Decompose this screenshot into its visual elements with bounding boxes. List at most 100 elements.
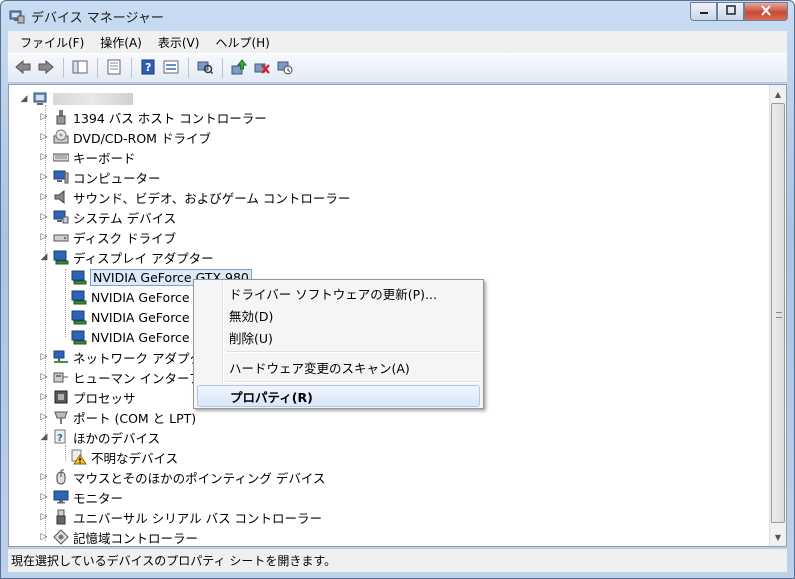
scan-hardware-icon [197, 59, 214, 78]
tree-device-gpu-4[interactable]: NVIDIA GeForce G [71, 327, 203, 347]
speaker-icon [53, 189, 69, 205]
network-adapter-icon [53, 349, 69, 365]
display-adapter-icon [71, 289, 87, 305]
disable-device-button[interactable] [274, 57, 296, 79]
tree-connector [65, 269, 66, 337]
dvd-drive-icon [53, 129, 69, 145]
tree-category-label: ポート (COM と LPT) [73, 410, 197, 426]
maximize-button[interactable] [717, 2, 744, 21]
context-menu: ドライバー ソフトウェアの更新(P)... 無効(D) 削除(U) ハードウェア… [193, 279, 484, 409]
scroll-down-arrow-icon[interactable]: ▼ [770, 529, 786, 545]
tree-root[interactable]: ◢ [19, 89, 133, 109]
toolbar-separator [222, 58, 223, 78]
expand-icon[interactable]: ▷ [39, 132, 49, 142]
scan-hardware-button[interactable] [194, 57, 216, 79]
tree-category-system-devices[interactable]: ▷ システム デバイス [39, 207, 176, 227]
context-menu-scan-hardware[interactable]: ハードウェア変更のスキャン(A) [197, 356, 480, 378]
expand-icon[interactable]: ▷ [39, 232, 49, 242]
expand-icon[interactable]: ▷ [39, 192, 49, 202]
toolbar-separator [188, 58, 189, 78]
collapse-icon[interactable]: ◢ [19, 94, 29, 104]
uninstall-icon [254, 59, 270, 78]
expand-icon[interactable]: ▷ [39, 412, 49, 422]
tree-category-label: システム デバイス [73, 210, 177, 226]
menu-file[interactable]: ファイル(F) [12, 34, 92, 51]
caption-buttons [690, 2, 788, 22]
display-adapter-icon [71, 309, 87, 325]
tree-category-label: キーボード [73, 150, 136, 166]
storage-controller-icon [53, 529, 69, 545]
expand-icon[interactable]: ▷ [39, 172, 49, 182]
tree-category-label: モニター [73, 490, 124, 506]
expand-icon[interactable]: ▷ [39, 532, 49, 542]
tree-category-1394-bus[interactable]: ▷ 1394 バス ホスト コントローラー [39, 107, 267, 127]
tree-device-unknown[interactable]: 不明なデバイス [71, 447, 178, 467]
context-menu-disable[interactable]: 無効(D) [197, 304, 480, 326]
properties-icon [106, 59, 122, 78]
hid-icon [53, 369, 69, 385]
update-driver-button[interactable] [228, 57, 250, 79]
close-icon [760, 4, 772, 19]
expand-icon[interactable]: ▷ [39, 212, 49, 222]
title-bar[interactable]: デバイス マネージャー [1, 1, 794, 31]
tree-category-keyboard[interactable]: ▷ キーボード [39, 147, 136, 167]
context-menu-properties[interactable]: プロパティ(R) [197, 385, 480, 407]
expand-icon[interactable]: ▷ [39, 492, 49, 502]
maximize-icon [725, 5, 736, 18]
tree-category-disk-drives[interactable]: ▷ ディスク ドライブ [39, 227, 177, 247]
uninstall-button[interactable] [251, 57, 273, 79]
tree-category-ports[interactable]: ▷ ポート (COM と LPT) [39, 407, 197, 427]
tree-category-label: コンピューター [73, 170, 161, 186]
status-bar: 現在選択しているデバイスのプロパティ シートを開きます。 [8, 548, 787, 572]
expand-icon[interactable]: ▷ [39, 352, 49, 362]
tree-device-label: NVIDIA GeForce G [91, 309, 204, 325]
tree-category-other-devices[interactable]: ◢ ? ほかのデバイス [39, 427, 160, 447]
view-button[interactable] [160, 57, 182, 79]
disable-device-icon [277, 59, 293, 78]
context-menu-update-driver[interactable]: ドライバー ソフトウェアの更新(P)... [197, 282, 480, 304]
collapse-icon[interactable]: ◢ [39, 432, 49, 442]
help-button[interactable]: ? [137, 57, 159, 79]
tree-category-label: ほかのデバイス [73, 430, 161, 446]
tree-category-monitors[interactable]: ▷ モニター [39, 487, 123, 507]
keyboard-icon [52, 149, 70, 165]
tree-category-dvd-cdrom[interactable]: ▷ DVD/CD-ROM ドライブ [39, 127, 211, 147]
expand-icon[interactable]: ▷ [39, 112, 49, 122]
menu-bar: ファイル(F) 操作(A) 表示(V) ヘルプ(H) [8, 31, 787, 53]
disk-drive-icon [53, 229, 69, 245]
tree-device-gpu-3[interactable]: NVIDIA GeForce G [71, 307, 203, 327]
tree-category-mouse[interactable]: ▷ マウスとそのほかのポインティング デバイス [39, 467, 325, 487]
display-adapter-icon [71, 269, 87, 285]
tree-category-sound[interactable]: ▷ サウンド、ビデオ、およびゲーム コントローラー [39, 187, 350, 207]
expand-icon[interactable]: ▷ [39, 472, 49, 482]
tree-category-display-adapters[interactable]: ◢ ディスプレイ アダプター [39, 247, 214, 267]
tree-category-label: 記憶域コントローラー [73, 530, 199, 546]
context-menu-uninstall[interactable]: 削除(U) [197, 326, 480, 348]
minimize-button[interactable] [690, 2, 717, 21]
properties-button[interactable] [103, 57, 125, 79]
collapse-icon[interactable]: ◢ [39, 252, 49, 262]
tree-category-label: 1394 バス ホスト コントローラー [73, 110, 267, 126]
scroll-up-arrow-icon[interactable]: ▲ [770, 86, 786, 102]
tree-category-storage-controllers[interactable]: ▷ 記憶域コントローラー [39, 527, 198, 547]
close-button[interactable] [744, 2, 788, 21]
expand-icon[interactable]: ▷ [39, 152, 49, 162]
vertical-scrollbar[interactable]: ▲ ▼ [769, 85, 786, 546]
tree-category-processors[interactable]: ▷ プロセッサ [39, 387, 136, 407]
tree-category-network-adapters[interactable]: ▷ ネットワーク アダプター [39, 347, 214, 367]
tree-category-computer[interactable]: ▷ コンピューター [39, 167, 161, 187]
menu-action[interactable]: 操作(A) [92, 34, 150, 51]
menu-view[interactable]: 表示(V) [150, 34, 208, 51]
menu-help[interactable]: ヘルプ(H) [207, 34, 277, 51]
tree-category-label: DVD/CD-ROM ドライブ [73, 130, 211, 146]
forward-arrow-icon [37, 59, 55, 78]
back-button[interactable] [12, 57, 34, 79]
tree-category-usb[interactable]: ▷ ユニバーサル シリアル バス コントローラー [39, 507, 322, 527]
expand-icon[interactable]: ▷ [39, 372, 49, 382]
expand-icon[interactable]: ▷ [39, 392, 49, 402]
forward-button[interactable] [35, 57, 57, 79]
expand-icon[interactable]: ▷ [39, 512, 49, 522]
show-hide-tree-button[interactable] [69, 57, 91, 79]
tree-device-gpu-2[interactable]: NVIDIA GeForce G [71, 287, 203, 307]
scroll-thumb[interactable] [771, 103, 785, 523]
